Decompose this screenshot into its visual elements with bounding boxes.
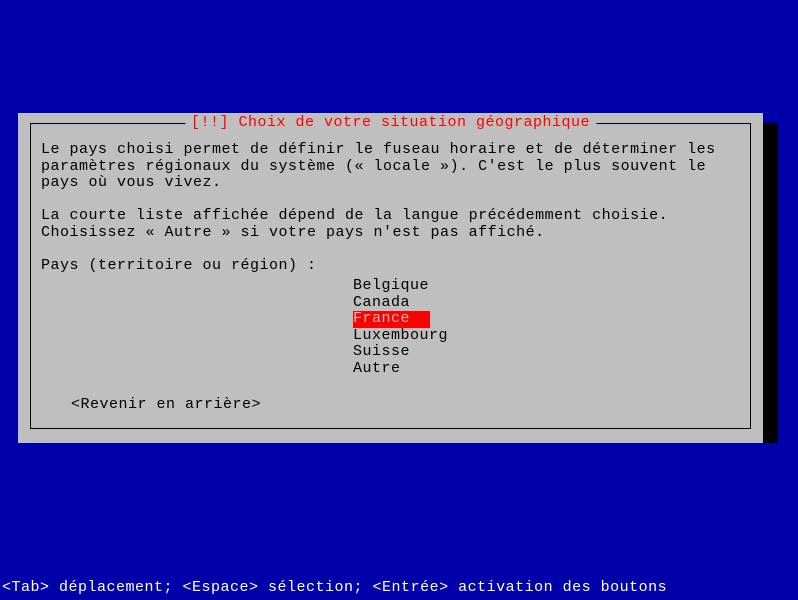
option-suisse[interactable]: Suisse [353, 344, 410, 361]
dialog-title-text: [!!] Choix de votre situation géographiq… [191, 114, 590, 131]
back-button-label: <Revenir en arrière> [71, 396, 261, 413]
description-1: Le pays choisi permet de définir le fuse… [41, 142, 740, 192]
dialog-border: [!!] Choix de votre situation géographiq… [30, 123, 751, 429]
back-button[interactable]: <Revenir en arrière> [71, 397, 740, 414]
option-autre[interactable]: Autre [353, 361, 401, 378]
prompt-label: Pays (territoire ou région) : [41, 258, 740, 275]
country-list: Belgique Canada France Luxembourg Suisse… [353, 278, 740, 377]
dialog-title: [!!] Choix de votre situation géographiq… [185, 115, 596, 132]
option-france[interactable]: France [353, 311, 430, 328]
description-2: La courte liste affichée dépend de la la… [41, 208, 740, 241]
option-belgique[interactable]: Belgique [353, 278, 429, 295]
footer-hint: <Tab> déplacement; <Espace> sélection; <… [2, 580, 667, 597]
option-canada[interactable]: Canada [353, 295, 410, 312]
dialog: [!!] Choix de votre situation géographiq… [18, 113, 763, 443]
option-luxembourg[interactable]: Luxembourg [353, 328, 448, 345]
